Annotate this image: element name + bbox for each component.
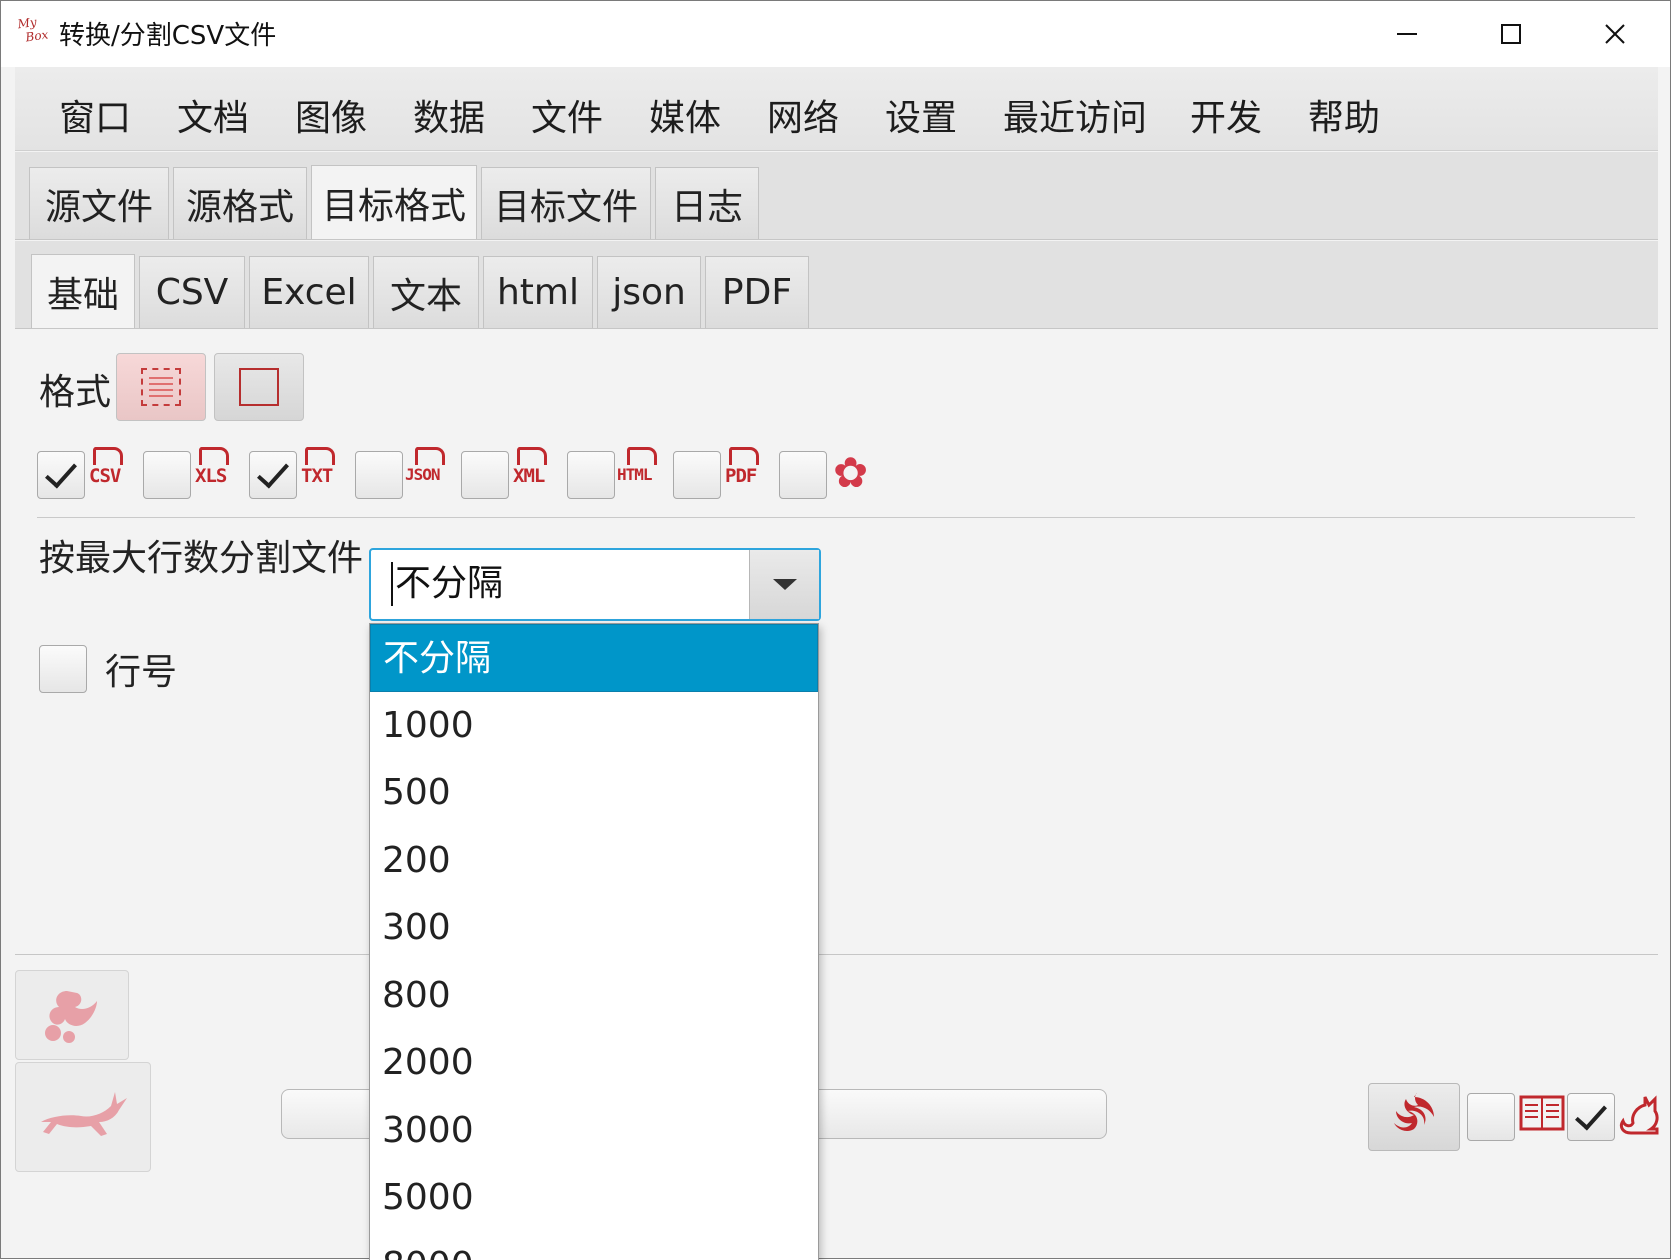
title-bar: My Box 转换/分割CSV文件 — [1, 1, 1670, 67]
combobox-arrow-button[interactable] — [749, 550, 819, 619]
maximize-icon — [1501, 24, 1521, 44]
split-rows-combobox[interactable]: 不分隔 — [369, 548, 821, 621]
json-checkbox[interactable] — [355, 451, 403, 499]
xls-checkbox[interactable] — [143, 451, 191, 499]
basic-settings-panel: 格式 CSV XLS TXT J — [15, 329, 1658, 955]
check-icon — [45, 455, 77, 488]
dropdown-option[interactable]: 3000 — [370, 1097, 818, 1165]
txt-file-icon: TXT — [301, 447, 347, 499]
antelope-tool-button[interactable] — [15, 1062, 151, 1172]
csv-checkbox[interactable] — [37, 451, 85, 499]
menu-help[interactable]: 帮助 — [1308, 89, 1380, 141]
tab-text[interactable]: 文本 — [373, 256, 479, 328]
menu-data[interactable]: 数据 — [413, 89, 485, 141]
menu-media[interactable]: 媒体 — [649, 89, 721, 141]
split-by-rows-label: 按最大行数分割文件 — [39, 529, 363, 581]
check-icon — [257, 455, 289, 488]
start-button[interactable] — [1368, 1083, 1460, 1151]
minimize-icon — [1397, 33, 1417, 35]
swirl-logo-icon — [1390, 1093, 1438, 1141]
json-file-icon: JSON — [405, 447, 451, 499]
txt-checkbox[interactable] — [249, 451, 297, 499]
menu-document[interactable]: 文档 — [177, 89, 249, 141]
dropdown-option-selected[interactable]: 不分隔 — [370, 624, 818, 692]
window-title: 转换/分割CSV文件 — [59, 15, 276, 52]
divider — [37, 517, 1635, 518]
dropdown-option[interactable]: 300 — [370, 894, 818, 962]
other-format-checkbox[interactable] — [779, 451, 827, 499]
close-button[interactable] — [1563, 1, 1667, 67]
dropdown-option[interactable]: 2000 — [370, 1029, 818, 1097]
tab-pdf[interactable]: PDF — [705, 256, 809, 328]
monitor-checkbox[interactable] — [1567, 1093, 1615, 1141]
pdf-checkbox[interactable] — [673, 451, 721, 499]
check-icon — [1575, 1097, 1607, 1130]
menu-file[interactable]: 文件 — [531, 89, 603, 141]
cloud-tool-button[interactable] — [15, 970, 129, 1060]
chevron-down-icon — [773, 579, 797, 590]
dropdown-option[interactable]: 500 — [370, 759, 818, 827]
tab-source-files[interactable]: 源文件 — [29, 167, 169, 239]
dropdown-option[interactable]: 200 — [370, 827, 818, 895]
tab-json[interactable]: json — [597, 256, 701, 328]
outer-tab-bar: 源文件 源格式 目标格式 目标文件 日志 — [15, 152, 1658, 240]
menu-recent[interactable]: 最近访问 — [1003, 89, 1147, 141]
cat-icon — [1617, 1093, 1661, 1150]
dropdown-option[interactable]: 1000 — [370, 692, 818, 760]
format-label: 格式 — [39, 363, 111, 415]
app-window: My Box 转换/分割CSV文件 窗口 文档 图像 数据 文件 媒体 网络 设… — [0, 0, 1671, 1259]
tab-target-format[interactable]: 目标格式 — [311, 165, 477, 239]
menu-window[interactable]: 窗口 — [59, 89, 131, 141]
tab-source-format[interactable]: 源格式 — [173, 167, 307, 239]
menu-image[interactable]: 图像 — [295, 89, 367, 141]
minimize-button[interactable] — [1355, 1, 1459, 67]
html-file-icon: HTML — [617, 447, 663, 499]
flower-icon: ✿ — [833, 449, 868, 497]
dropdown-option[interactable]: 800 — [370, 962, 818, 1030]
line-number-label: 行号 — [105, 643, 177, 695]
split-rows-dropdown-list: 不分隔 1000 500 200 300 800 2000 3000 5000 … — [369, 623, 819, 1260]
tab-log[interactable]: 日志 — [655, 167, 759, 239]
close-icon — [1604, 23, 1626, 45]
tab-basic[interactable]: 基础 — [31, 254, 135, 328]
xml-checkbox[interactable] — [461, 451, 509, 499]
menu-settings[interactable]: 设置 — [885, 89, 957, 141]
tab-csv[interactable]: CSV — [139, 256, 245, 328]
html-checkbox[interactable] — [567, 451, 615, 499]
book-icon — [1519, 1093, 1565, 1144]
menu-bar: 窗口 文档 图像 数据 文件 媒体 网络 设置 最近访问 开发 帮助 — [15, 67, 1658, 151]
antelope-icon — [35, 1082, 131, 1152]
open-after-checkbox[interactable] — [1467, 1093, 1515, 1141]
menu-network[interactable]: 网络 — [767, 89, 839, 141]
maximize-button[interactable] — [1459, 1, 1563, 67]
format-lined-button[interactable] — [116, 353, 206, 421]
xml-file-icon: XML — [513, 447, 559, 499]
output-format-checkboxes: CSV XLS TXT JSON XML HTML — [37, 445, 937, 501]
dropdown-option[interactable]: 5000 — [370, 1164, 818, 1232]
tab-target-files[interactable]: 目标文件 — [481, 167, 651, 239]
menu-develop[interactable]: 开发 — [1190, 89, 1262, 141]
tab-html[interactable]: html — [483, 256, 593, 328]
cloud-swirl-icon — [37, 983, 107, 1047]
pdf-file-icon: PDF — [725, 447, 771, 499]
tab-excel[interactable]: Excel — [249, 256, 369, 328]
format-lined-icon — [141, 368, 181, 406]
split-rows-value[interactable]: 不分隔 — [391, 562, 503, 606]
csv-file-icon: CSV — [89, 447, 135, 499]
dropdown-option[interactable]: 8000 — [370, 1232, 818, 1260]
format-frame-icon — [239, 368, 279, 406]
inner-tab-bar: 基础 CSV Excel 文本 html json PDF — [15, 241, 1658, 329]
format-frame-button[interactable] — [214, 353, 304, 421]
app-logo: My Box — [17, 13, 56, 53]
xls-file-icon: XLS — [195, 447, 241, 499]
line-number-checkbox[interactable] — [39, 645, 87, 693]
